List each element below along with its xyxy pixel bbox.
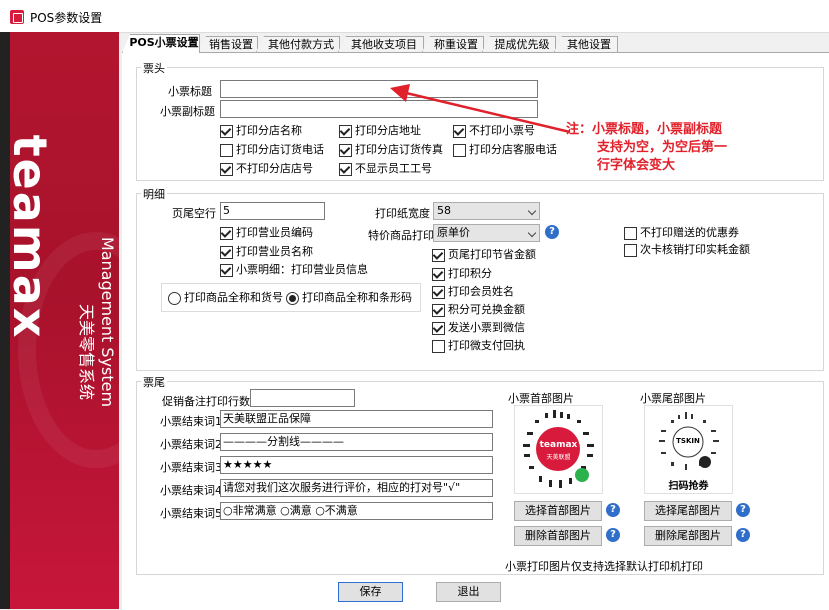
paper-width-select[interactable]: 58 xyxy=(433,202,540,220)
check-no-gift-coupon[interactable]: 不打印赠送的优惠券 xyxy=(624,226,739,240)
check-send-to-wechat[interactable]: 发送小票到微信 xyxy=(432,321,525,335)
tab-sales[interactable]: 销售设置 xyxy=(198,36,258,52)
check-print-points[interactable]: 打印积分 xyxy=(432,267,492,281)
end-line-1-label: 小票结束词1 xyxy=(160,415,222,428)
title-bar: POS参数设置 xyxy=(0,0,829,33)
check-card-consumption[interactable]: 次卡核销打印实耗金额 xyxy=(624,243,750,257)
check-print-micropay-receipt[interactable]: 打印微支付回执 xyxy=(432,339,525,353)
brand-banner: teamax Management System 天美零售系统 xyxy=(10,32,119,609)
detail-legend: 明细 xyxy=(141,186,167,202)
banner-logo: teamax xyxy=(10,134,57,340)
special-price-value: 原单价 xyxy=(437,226,470,239)
chevron-down-icon xyxy=(527,206,537,216)
end-line-3-input[interactable]: ★★★★★ xyxy=(220,456,493,474)
check-print-store-name[interactable]: 打印分店名称 xyxy=(220,124,302,138)
window-title: POS参数设置 xyxy=(30,11,103,25)
banner-cn-title: 天美零售系统 xyxy=(77,303,96,400)
footer-blank-label: 页尾空行 xyxy=(172,207,216,220)
save-button[interactable]: 保存 xyxy=(338,582,403,602)
tab-other-income[interactable]: 其他收支项目 xyxy=(338,36,424,52)
annotation-line-2: 支持为空，为空后第一 xyxy=(597,140,728,155)
head-image-preview: teamax 天美联盟 xyxy=(514,405,603,494)
app-icon xyxy=(10,10,24,24)
footer-blank-input[interactable]: 5 xyxy=(220,202,325,220)
help-icon[interactable]: ? xyxy=(545,225,559,239)
end-line-1-input[interactable]: 天美联盟正品保障 xyxy=(220,410,493,428)
check-hide-staff-id[interactable]: 不显示员工工号 xyxy=(339,162,432,176)
paper-width-label: 打印纸宽度 xyxy=(375,207,430,220)
banner-subtitle: Management System xyxy=(98,236,117,408)
check-print-order-phone[interactable]: 打印分店订货电话 xyxy=(220,143,324,157)
help-icon[interactable]: ? xyxy=(606,503,620,517)
delete-head-image-button[interactable]: 删除首部图片 xyxy=(514,526,602,546)
tail-qr-caption: 扫码抢券 xyxy=(668,481,709,492)
annotation-arrow xyxy=(390,84,571,134)
promo-lines-input[interactable] xyxy=(250,389,355,407)
check-print-order-fax[interactable]: 打印分店订货传真 xyxy=(339,143,443,157)
end-line-4-label: 小票结束词4 xyxy=(160,484,222,497)
paper-width-value: 58 xyxy=(437,204,451,217)
end-line-5-input[interactable]: ○非常满意 ○满意 ○不满意 xyxy=(220,502,493,520)
special-price-label: 特价商品打印 xyxy=(368,229,434,242)
annotation-line-1: 注：小票标题，小票副标题 xyxy=(566,122,723,137)
end-line-5-label: 小票结束词5 xyxy=(160,507,222,520)
background-window-strip xyxy=(0,32,10,609)
title-label: 小票标题 xyxy=(168,85,212,98)
radio-name-and-barcode[interactable]: 打印商品全称和条形码 xyxy=(286,291,412,305)
help-icon[interactable]: ? xyxy=(736,503,750,517)
check-points-redeem-amount[interactable]: 积分可兑换金额 xyxy=(432,303,525,317)
check-detail-clerk-info[interactable]: 小票明细：打印营业员信息 xyxy=(220,263,368,277)
tail-image-preview: TSKIN 扫码抢券 xyxy=(644,405,733,494)
radio-name-and-code[interactable]: 打印商品全称和货号 xyxy=(168,291,283,305)
check-no-store-number[interactable]: 不打印分店店号 xyxy=(220,162,313,176)
check-print-member-name[interactable]: 打印会员姓名 xyxy=(432,285,514,299)
check-print-clerk-code[interactable]: 打印营业员编码 xyxy=(220,226,313,240)
tail-image-label: 小票尾部图片 xyxy=(640,392,706,405)
end-line-2-label: 小票结束词2 xyxy=(160,438,222,451)
head-qr-logo: teamax xyxy=(539,440,578,450)
check-print-saved-amount[interactable]: 页尾打印节省金额 xyxy=(432,248,536,262)
end-line-3-label: 小票结束词3 xyxy=(160,461,222,474)
special-price-select[interactable]: 原单价 xyxy=(433,224,540,242)
tab-strip: POS小票设置 销售设置 其他付款方式 其他收支项目 称重设置 提成优先级 其他… xyxy=(122,34,829,54)
select-tail-image-button[interactable]: 选择尾部图片 xyxy=(644,501,732,521)
tail-qr-logo: TSKIN xyxy=(676,437,700,445)
tab-weighing[interactable]: 称重设置 xyxy=(422,36,484,52)
end-line-2-input[interactable]: ————分割线———— xyxy=(220,433,493,451)
promo-lines-label: 促销备注打印行数 xyxy=(162,395,250,408)
delete-tail-image-button[interactable]: 删除尾部图片 xyxy=(644,526,732,546)
tab-commission[interactable]: 提成优先级 xyxy=(482,36,556,52)
tab-pos-receipt[interactable]: POS小票设置 xyxy=(122,34,200,53)
head-image-label: 小票首部图片 xyxy=(508,392,574,405)
header-legend: 票头 xyxy=(141,60,167,76)
mini-program-icon xyxy=(575,468,589,482)
image-print-note: 小票打印图片仅支持选择默认打印机打印 xyxy=(505,560,703,573)
exit-button[interactable]: 退出 xyxy=(436,582,501,602)
check-print-service-phone[interactable]: 打印分店客服电话 xyxy=(453,143,557,157)
select-head-image-button[interactable]: 选择首部图片 xyxy=(514,501,602,521)
end-line-4-input[interactable]: 请您对我们这次服务进行评价，相应的打对号"√" xyxy=(220,479,493,497)
chevron-down-icon xyxy=(527,228,537,238)
help-icon[interactable]: ? xyxy=(736,528,750,542)
tab-other-payment[interactable]: 其他付款方式 xyxy=(256,36,340,52)
head-qr-sub: 天美联盟 xyxy=(546,454,571,461)
footer-legend: 票尾 xyxy=(141,374,167,390)
tab-other-settings[interactable]: 其他设置 xyxy=(554,36,618,52)
help-icon[interactable]: ? xyxy=(606,528,620,542)
annotation-line-3: 行字体会变大 xyxy=(597,158,676,173)
subtitle-label: 小票副标题 xyxy=(160,105,215,118)
check-print-clerk-name[interactable]: 打印营业员名称 xyxy=(220,245,313,259)
